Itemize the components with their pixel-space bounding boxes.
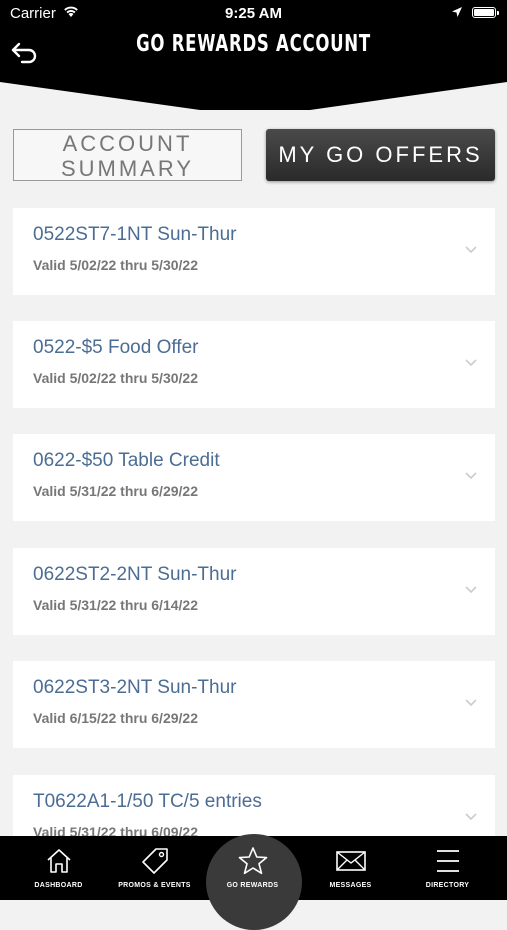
offer-validity: Valid 5/02/22 thru 5/30/22: [33, 370, 198, 386]
tab-label: DIRECTORY: [425, 882, 470, 889]
battery-icon: [472, 7, 499, 18]
location-icon: [451, 5, 463, 22]
offer-item[interactable]: 0622ST2-2NT Sun-Thur Valid 5/31/22 thru …: [13, 548, 495, 635]
chevron-down-icon: [465, 359, 477, 367]
tab-label: GO REWARDS: [226, 882, 279, 889]
back-button[interactable]: [10, 38, 40, 68]
offer-name: 0622ST3-2NT Sun-Thur: [33, 677, 237, 698]
offer-item[interactable]: 0522ST7-1NT Sun-Thur Valid 5/02/22 thru …: [13, 208, 495, 295]
star-icon: [238, 847, 267, 875]
offer-item[interactable]: 0622-$50 Table Credit Valid 5/31/22 thru…: [13, 434, 495, 521]
app-header: GO REWARDS ACCOUNT: [0, 28, 507, 114]
status-bar: Carrier 9:25 AM: [0, 0, 507, 28]
clock: 9:25 AM: [225, 5, 282, 22]
tab-promos-events[interactable]: PROMOS & EVENTS: [104, 836, 205, 900]
offer-name: T0622A1-1/50 TC/5 entries: [33, 791, 262, 812]
back-arrow-icon: [11, 42, 37, 64]
tab-messages[interactable]: MESSAGES: [300, 836, 401, 900]
offer-name: 0622ST2-2NT Sun-Thur: [33, 564, 237, 585]
offer-validity: Valid 6/15/22 thru 6/29/22: [33, 710, 198, 726]
offer-name: 0522ST7-1NT Sun-Thur: [33, 224, 237, 245]
chevron-down-icon: [465, 472, 477, 480]
tab-go-rewards[interactable]: GO REWARDS: [202, 834, 303, 930]
tab-label: PROMOS & EVENTS: [118, 882, 191, 889]
offer-validity: Valid 5/02/22 thru 5/30/22: [33, 257, 198, 273]
account-summary-tab[interactable]: ACCOUNT SUMMARY: [13, 129, 242, 181]
menu-icon: [436, 850, 459, 872]
tab-label: MESSAGES: [329, 882, 372, 889]
account-summary-line1: ACCOUNT: [62, 131, 193, 156]
envelope-icon: [335, 851, 366, 871]
offer-name: 0622-$50 Table Credit: [33, 450, 220, 471]
offers-list[interactable]: 0522ST7-1NT Sun-Thur Valid 5/02/22 thru …: [0, 208, 507, 836]
offer-validity: Valid 5/31/22 thru 6/09/22: [33, 824, 198, 836]
page-title: GO REWARDS ACCOUNT: [136, 31, 371, 57]
tab-directory[interactable]: DIRECTORY: [397, 836, 498, 900]
my-go-offers-label: MY GO OFFERS: [278, 142, 483, 167]
offer-item[interactable]: 0522-$5 Food Offer Valid 5/02/22 thru 5/…: [13, 321, 495, 408]
chevron-down-icon: [465, 246, 477, 254]
chevron-down-icon: [465, 586, 477, 594]
tab-bar: DASHBOARD PROMOS & EVENTS GO REWARDS MES…: [0, 834, 507, 930]
offer-item[interactable]: 0622ST3-2NT Sun-Thur Valid 6/15/22 thru …: [13, 661, 495, 748]
chevron-down-icon: [465, 813, 477, 821]
tag-icon: [141, 848, 168, 874]
offer-validity: Valid 5/31/22 thru 6/29/22: [33, 483, 198, 499]
home-icon: [46, 849, 71, 873]
offer-name: 0522-$5 Food Offer: [33, 337, 199, 358]
offer-validity: Valid 5/31/22 thru 6/14/22: [33, 597, 198, 613]
tab-dashboard[interactable]: DASHBOARD: [8, 836, 109, 900]
tab-label: DASHBOARD: [34, 882, 83, 889]
chevron-down-icon: [465, 699, 477, 707]
offer-item[interactable]: T0622A1-1/50 TC/5 entries Valid 5/31/22 …: [13, 775, 495, 836]
my-go-offers-tab[interactable]: MY GO OFFERS: [266, 129, 495, 181]
account-summary-line2: SUMMARY: [60, 156, 195, 181]
